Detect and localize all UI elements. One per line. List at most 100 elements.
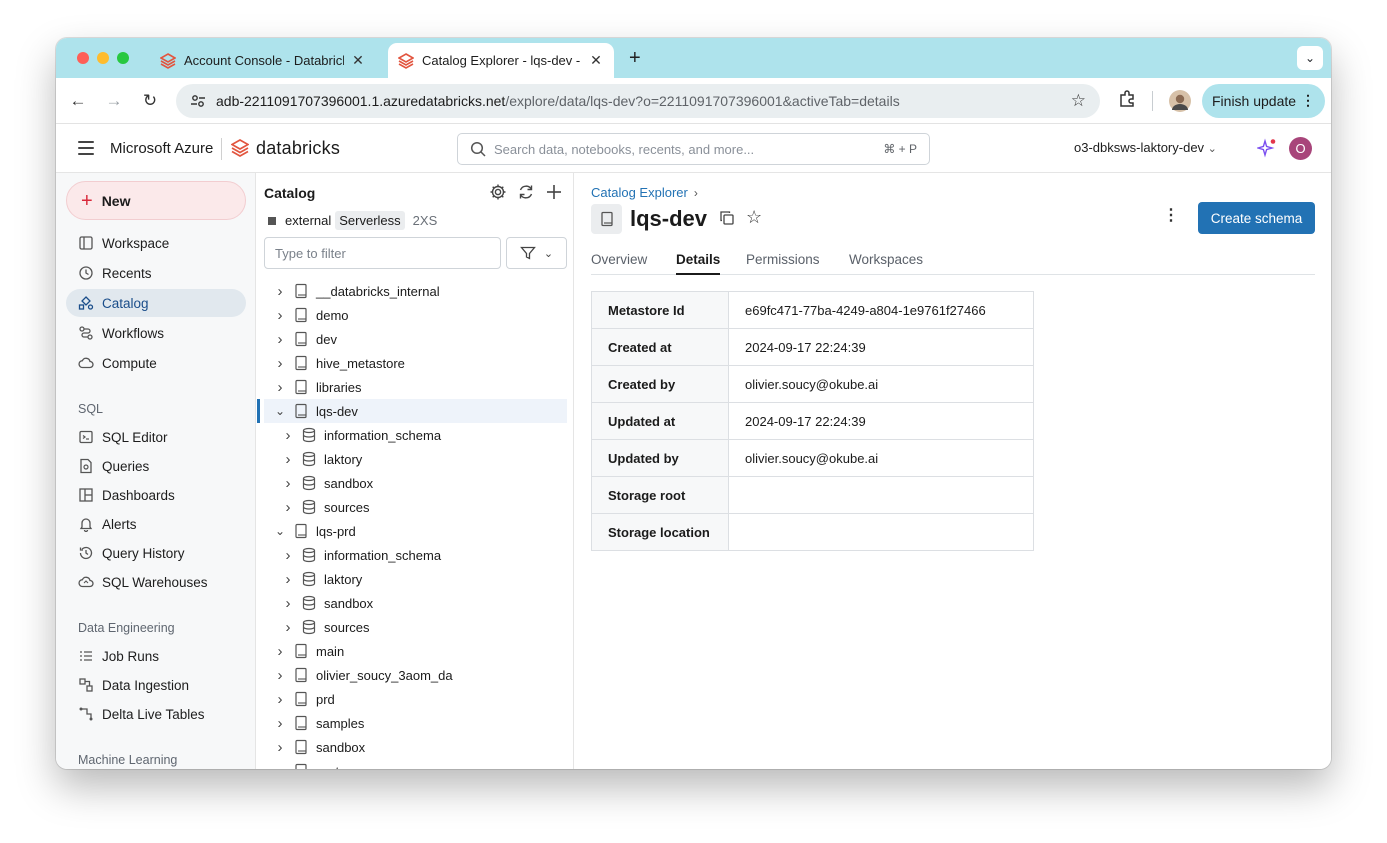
sidebar-item-sql-editor[interactable]: SQL Editor [66,423,246,451]
sidebar-item-delta-live-tables[interactable]: Delta Live Tables [66,700,246,728]
sidebar-item-job-runs[interactable]: Job Runs [66,642,246,670]
back-icon[interactable]: ← [67,90,89,112]
chevron-right-icon[interactable]: › [280,571,296,588]
sidebar-item-compute[interactable]: Compute [66,349,246,377]
tree-catalog-row[interactable]: › demo [264,303,567,327]
sidebar-item-workflows[interactable]: Workflows [66,319,246,347]
profile-avatar-icon[interactable] [1169,90,1191,112]
tree-schema-row[interactable]: › laktory [264,447,567,471]
browser-tab-account-console[interactable]: Account Console - Databricks ✕ [150,43,376,78]
new-tab-button[interactable]: + [629,48,641,68]
chevron-right-icon[interactable]: › [272,283,288,300]
chevron-right-icon[interactable]: › [272,355,288,372]
chevron-right-icon[interactable]: › [272,715,288,732]
browser-tab-catalog-explorer[interactable]: Catalog Explorer - lqs-dev - Databricks … [388,43,614,78]
sidebar-item-data-ingestion[interactable]: Data Ingestion [66,671,246,699]
chevron-right-icon[interactable]: › [272,667,288,684]
tree-catalog-row[interactable]: › hive_metastore [264,351,567,375]
tree-catalog-row[interactable]: ⌄ lqs-prd [264,519,567,543]
tree-schema-row[interactable]: › sandbox [264,471,567,495]
tree-schema-row[interactable]: › sources [264,495,567,519]
databricks-logo[interactable]: databricks [231,138,340,159]
tree-catalog-row[interactable]: › samples [264,711,567,735]
tab-permissions[interactable]: Permissions [746,252,820,275]
sidebar-item-query-history[interactable]: Query History [66,539,246,567]
chevron-right-icon[interactable]: › [272,643,288,660]
chevron-right-icon[interactable]: › [272,331,288,348]
tree-schema-row[interactable]: › sources [264,615,567,639]
more-vertical-icon[interactable]: ⋮ [1163,208,1179,224]
catalog-filter-input[interactable] [264,237,501,269]
breadcrumb[interactable]: Catalog Explorer › [591,185,698,200]
tree-schema-row[interactable]: › sandbox [264,591,567,615]
close-tab-icon[interactable]: ✕ [588,52,604,69]
chevron-right-icon[interactable]: › [280,499,296,516]
search-input[interactable] [494,141,864,157]
new-button[interactable]: + New [66,181,246,220]
chevron-down-icon[interactable]: ⌄ [272,404,288,418]
tree-catalog-row[interactable]: › sandbox [264,735,567,759]
chevron-right-icon[interactable]: › [272,691,288,708]
tab-search-button[interactable]: ⌄ [1297,46,1323,70]
tab-overview[interactable]: Overview [591,252,647,275]
tree-catalog-row[interactable]: › olivier_soucy_3aom_da [264,663,567,687]
tree-catalog-row[interactable]: › libraries [264,375,567,399]
address-bar[interactable]: adb-2211091707396001.1.azuredatabricks.n… [176,84,1100,118]
tree-catalog-row[interactable]: › prd [264,687,567,711]
chevron-down-icon[interactable]: ⌄ [272,524,288,538]
filter-options-button[interactable]: ⌄ [506,237,567,269]
sidebar-item-queries[interactable]: Queries [66,452,246,480]
gear-icon[interactable] [489,183,507,201]
chevron-right-icon[interactable]: › [280,619,296,636]
minimize-window-button[interactable] [97,52,109,64]
close-window-button[interactable] [77,52,89,64]
favorite-star-icon[interactable]: ☆ [746,207,762,228]
sidebar-item-dashboards[interactable]: Dashboards [66,481,246,509]
bookmark-star-icon[interactable]: ☆ [1071,91,1086,111]
sidebar-item-alerts[interactable]: Alerts [66,510,246,538]
chevron-right-icon[interactable]: › [280,427,296,444]
reload-icon[interactable]: ↻ [139,90,161,112]
tree-schema-row[interactable]: › laktory [264,567,567,591]
tree-schema-row[interactable]: › information_schema [264,543,567,567]
user-avatar[interactable]: O [1289,137,1312,160]
create-schema-button[interactable]: Create schema [1198,202,1315,234]
chevron-right-icon[interactable]: › [272,379,288,396]
zoom-window-button[interactable] [117,52,129,64]
chevron-right-icon[interactable]: › [280,595,296,612]
chevron-right-icon[interactable]: › [280,475,296,492]
tree-catalog-row[interactable]: › main [264,639,567,663]
close-tab-icon[interactable]: ✕ [350,52,366,69]
chevron-right-icon[interactable]: › [272,763,288,770]
tree-catalog-row[interactable]: ⌄ lqs-dev [257,399,567,423]
chevron-right-icon[interactable]: › [272,307,288,324]
extensions-icon[interactable] [1117,89,1137,109]
detail-value: olivier.soucy@okube.ai [728,439,1034,477]
compute-selector[interactable]: external Serverless 2XS [268,211,437,230]
sidebar-item-sql-warehouses[interactable]: SQL Warehouses [66,568,246,596]
tree-catalog-row[interactable]: › __databricks_internal [264,279,567,303]
tree-catalog-row[interactable]: › dev [264,327,567,351]
tree-schema-row[interactable]: › information_schema [264,423,567,447]
chevron-right-icon[interactable]: › [272,739,288,756]
sidebar-item-recents[interactable]: Recents [66,259,246,287]
tab-workspaces[interactable]: Workspaces [849,252,923,275]
chevron-right-icon[interactable]: › [280,451,296,468]
sidebar-item-workspace[interactable]: Workspace [66,229,246,257]
menu-icon[interactable] [78,141,94,155]
assistant-sparkle-icon[interactable] [1257,138,1277,158]
global-search[interactable]: ⌘ + P [457,133,930,165]
tab-details[interactable]: Details [676,252,721,275]
sidebar-item-catalog[interactable]: Catalog [66,289,246,317]
copy-icon[interactable] [719,210,735,226]
workspace-switcher[interactable]: o3-dbksws-laktory-dev ⌄ [1074,140,1217,155]
chevron-right-icon[interactable]: › [280,547,296,564]
tree-catalog-row[interactable]: › system [264,759,567,769]
forward-icon[interactable]: → [103,90,125,112]
breadcrumb-link[interactable]: Catalog Explorer [591,185,688,200]
refresh-icon[interactable] [517,183,535,201]
more-vertical-icon: ⋮ [1301,92,1315,108]
site-settings-icon[interactable] [190,93,206,109]
add-icon[interactable] [545,183,563,201]
finish-update-button[interactable]: Finish update ⋮ [1202,84,1325,118]
